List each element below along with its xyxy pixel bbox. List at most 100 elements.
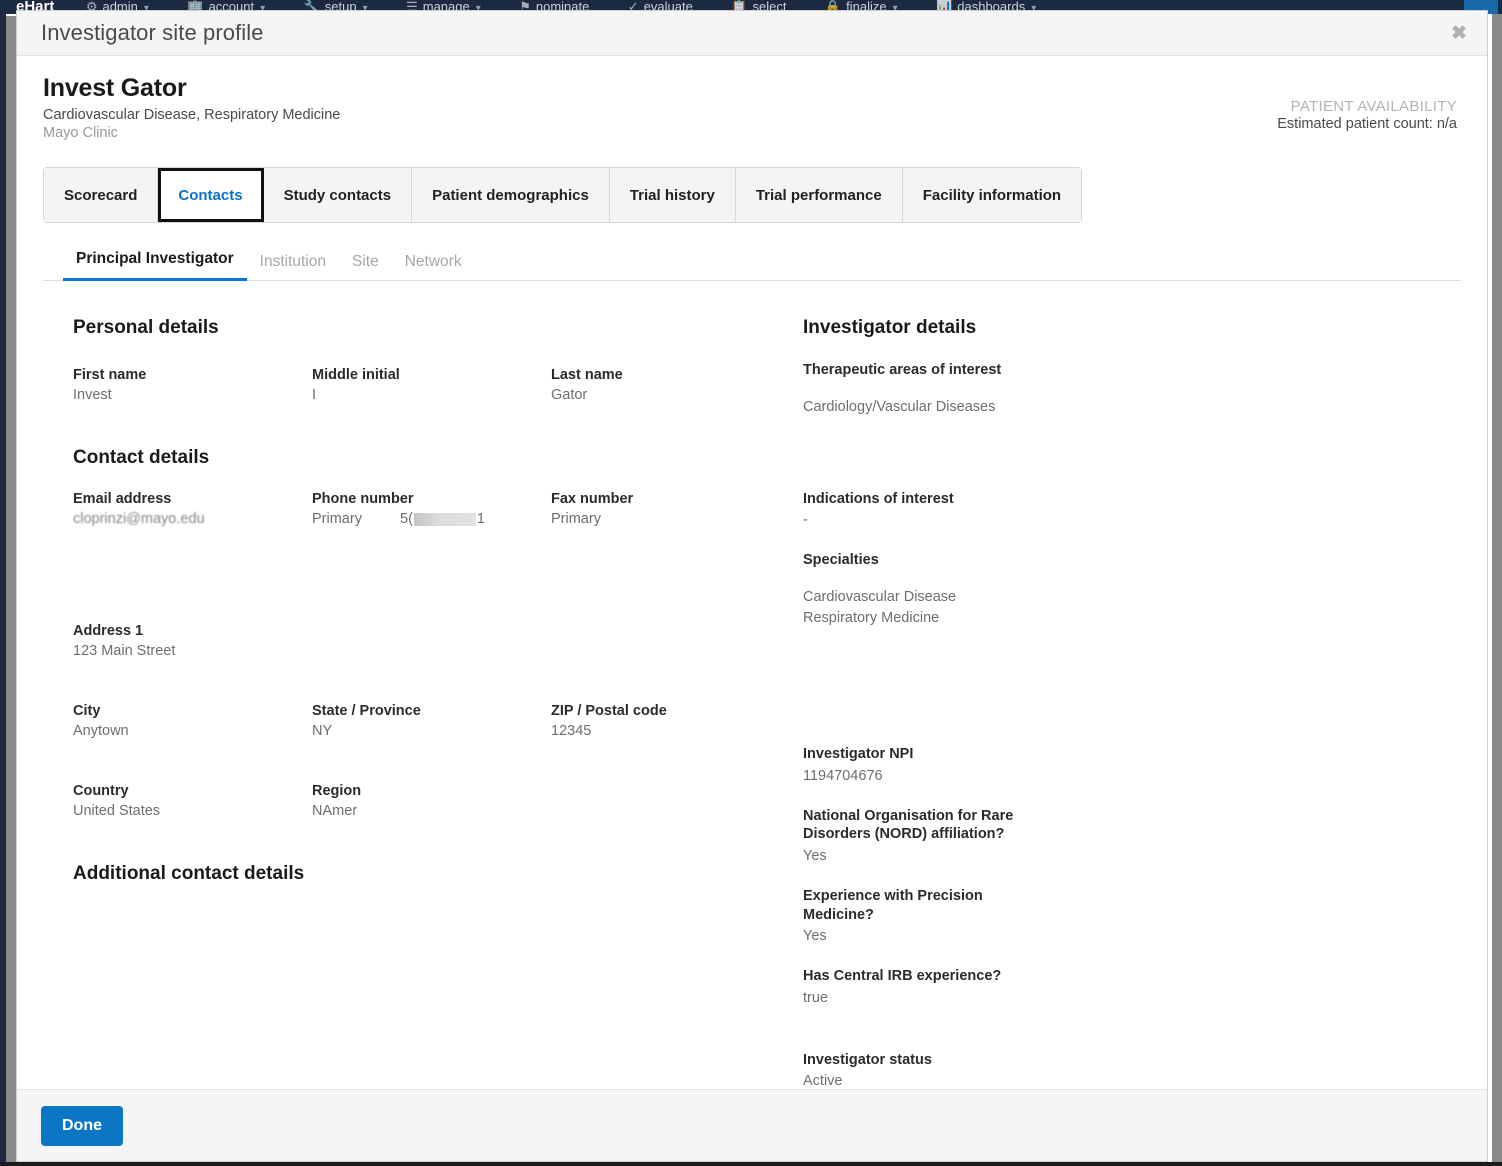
profile-content: Personal details First name Invest Middl… (43, 317, 1461, 1089)
profile-specialties: Cardiovascular Disease, Respiratory Medi… (43, 107, 341, 123)
field-address-1-label: Address 1 (73, 623, 144, 639)
field-city-label: City (73, 703, 101, 719)
page-title: Invest Gator (43, 74, 187, 102)
field-country-value: United States (73, 803, 161, 819)
field-state-province-value: NY (312, 723, 333, 739)
field-phone-number-label: Phone number (312, 491, 414, 507)
tab-trial-performance[interactable]: Trial performance (735, 168, 903, 222)
tab-contacts[interactable]: Contacts (158, 168, 264, 222)
field-fax-number-value: Primary (551, 511, 601, 527)
field-city-value: Anytown (73, 723, 129, 739)
investigator-details-column: Investigator details Therapeutic areas o… (789, 317, 1457, 1089)
tab-scorecard-label: Scorecard (64, 186, 138, 204)
field-first-name: First name Invest (73, 367, 312, 403)
tab-patient-demographics-label: Patient demographics (432, 186, 589, 204)
profile-header: Invest Gator Cardiovascular Disease, Res… (43, 74, 1461, 141)
field-specialties-label: Specialties (803, 552, 879, 569)
field-investigator-npi-label: Investigator NPI (803, 746, 914, 763)
field-nord-affiliation-value: Yes (803, 847, 827, 864)
subtab-institution-label: Institution (259, 253, 326, 270)
window-bottom-edge (0, 1162, 1502, 1166)
field-region-value: NAmer (312, 803, 358, 819)
patient-availability-block: PATIENT AVAILABILITY Estimated patient c… (1277, 74, 1461, 132)
tab-patient-demographics[interactable]: Patient demographics (412, 168, 610, 222)
field-central-irb-experience: Has Central IRB experience? true (803, 967, 1457, 1007)
personal-details-heading: Personal details (73, 317, 219, 338)
tab-facility-information-label: Facility information (922, 186, 1062, 204)
contact-details-heading: Contact details (73, 447, 210, 468)
field-specialties-value-line-2: Respiratory Medicine (803, 610, 940, 627)
field-precision-medicine: Experience with Precision Medicine? Yes (803, 887, 1457, 945)
field-therapeutic-areas-label: Therapeutic areas of interest (803, 362, 1002, 378)
field-central-irb-experience-label: Has Central IRB experience? (803, 968, 1002, 985)
tab-trial-history[interactable]: Trial history (609, 168, 736, 222)
field-last-name: Last name Gator (551, 367, 790, 403)
phone-number-digits: 5(1 (400, 511, 485, 527)
investigator-details-heading: Investigator details (803, 317, 977, 338)
done-button[interactable]: Done (41, 1105, 123, 1146)
application-backdrop: eHart ⚙ admin ▾ 🏢 account ▾ 🔧 setup ▾ ☰ manage ▾… (0, 0, 1502, 1166)
subtab-principal-investigator[interactable]: Principal Investigator (63, 250, 247, 281)
field-investigator-npi-value: 1194704676 (803, 767, 883, 784)
field-therapeutic-areas: Therapeutic areas of interest Cardiology… (803, 361, 1457, 416)
field-indications-of-interest-value: - (803, 512, 808, 529)
tab-contacts-label: Contacts (178, 186, 243, 204)
close-icon[interactable]: ✖ (1445, 20, 1473, 47)
investigator-site-profile-modal: Investigator site profile ✖ Invest Gator… (16, 10, 1488, 1162)
address-row-3: Country United States Region NAmer (73, 783, 789, 819)
tab-trial-performance-label: Trial performance (755, 186, 882, 204)
field-first-name-value: Invest (73, 387, 112, 403)
field-email-address: Email address cloprinzi@mayo.edu (73, 491, 312, 527)
field-central-irb-experience-value: true (803, 989, 828, 1006)
field-precision-medicine-value: Yes (803, 928, 827, 945)
field-zip-postal-code-label: ZIP / Postal code (551, 703, 667, 719)
field-phone-number-value: Primary 5(1 (312, 511, 551, 527)
address-row-1: Address 1 123 Main Street (73, 623, 789, 659)
field-country: Country United States (73, 783, 312, 819)
field-investigator-status-value: Active (803, 1073, 843, 1089)
address-row-2: City Anytown State / Province NY ZIP / P… (73, 703, 789, 739)
tab-scorecard[interactable]: Scorecard (44, 168, 159, 222)
tab-facility-information[interactable]: Facility information (902, 168, 1082, 222)
field-last-name-label: Last name (551, 367, 623, 383)
field-precision-medicine-label: Experience with Precision Medicine? (803, 888, 983, 923)
field-address-1: Address 1 123 Main Street (73, 623, 312, 659)
subtab-site[interactable]: Site (339, 253, 392, 281)
subtab-institution[interactable]: Institution (247, 253, 339, 281)
modal-footer: Done (17, 1089, 1487, 1161)
page-scrollbar[interactable] (6, 16, 16, 1166)
tab-study-contacts[interactable]: Study contacts (263, 168, 413, 222)
modal-title: Investigator site profile (41, 20, 264, 45)
field-investigator-status-label: Investigator status (803, 1051, 932, 1068)
field-state-province: State / Province NY (312, 703, 551, 739)
field-investigator-npi: Investigator NPI 1194704676 (803, 745, 1457, 785)
field-investigator-status: Investigator status Active (803, 1051, 1457, 1089)
modal-header: Investigator site profile ✖ (17, 11, 1487, 56)
field-therapeutic-areas-value: Cardiology/Vascular Diseases (803, 398, 996, 415)
field-nord-affiliation: National Organisation for Rare Disorders… (803, 807, 1457, 865)
field-fax-number-label: Fax number (551, 491, 634, 507)
field-fax-number: Fax number Primary (551, 491, 790, 527)
personal-details-row: First name Invest Middle initial I Last … (73, 367, 789, 403)
window-right-edge (1492, 14, 1502, 1166)
field-country-label: Country (73, 783, 129, 799)
field-indications-of-interest-label: Indications of interest (803, 490, 954, 507)
tab-trial-history-label: Trial history (629, 186, 715, 204)
field-middle-initial-label: Middle initial (312, 367, 400, 383)
field-email-address-label: Email address (73, 491, 172, 507)
field-indications-of-interest: Indications of interest - (803, 490, 1457, 530)
field-nord-affiliation-label: National Organisation for Rare Disorders… (803, 807, 1014, 843)
additional-contact-details-heading: Additional contact details (73, 863, 305, 884)
subtab-network[interactable]: Network (392, 253, 475, 281)
